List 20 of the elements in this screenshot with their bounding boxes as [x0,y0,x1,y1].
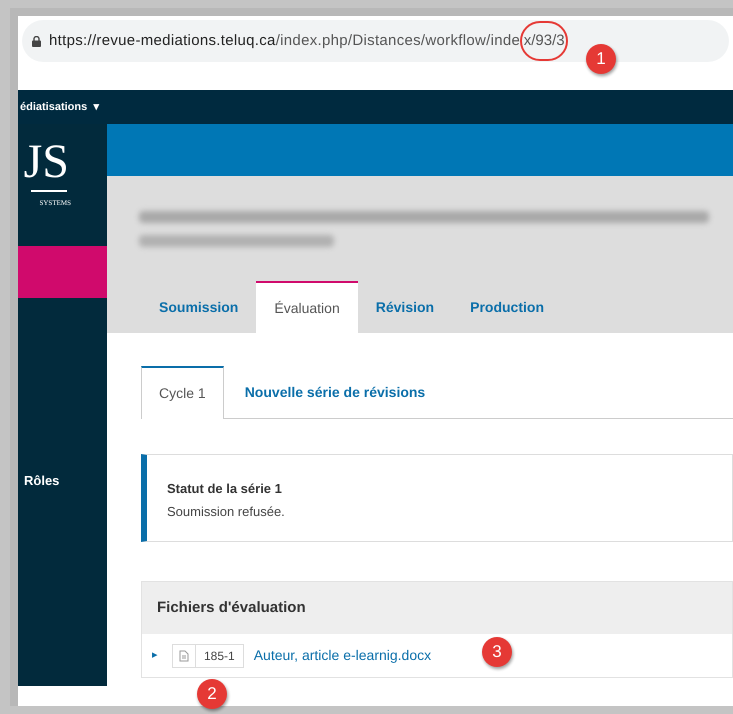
sidebar-item[interactable]: Rôles [24,471,107,490]
url-path: /index.php/Distances/workflow/inde [276,30,520,51]
file-link[interactable]: Auteur, article e-learnig.docx [254,645,432,666]
round-tab[interactable]: Cycle 1 [141,366,224,419]
status-title: Statut de la série 1 [167,480,283,498]
files-title: Fichiers d'évaluation [157,598,306,618]
file-id: 185-1 [195,644,243,666]
stage-tab[interactable]: Évaluation [256,281,358,333]
logo-text: JS [24,138,69,186]
round-tab[interactable]: Nouvelle série de révisions [224,366,446,418]
expand-toggle[interactable]: ▸ [152,647,158,664]
document-icon [179,650,189,662]
status-text: Soumission refusée. [167,502,286,520]
stage-tab[interactable]: Révision [358,281,452,333]
stage-tab[interactable]: Production [452,281,562,333]
url-host: https://revue-mediations.teluq.ca [49,30,276,51]
lock-icon [32,36,41,46]
journal-menu[interactable]: édiatisations ▾ [20,98,100,116]
circled-url-part: x/93/3 [520,21,568,61]
stage-tab[interactable]: Soumission [141,281,256,333]
